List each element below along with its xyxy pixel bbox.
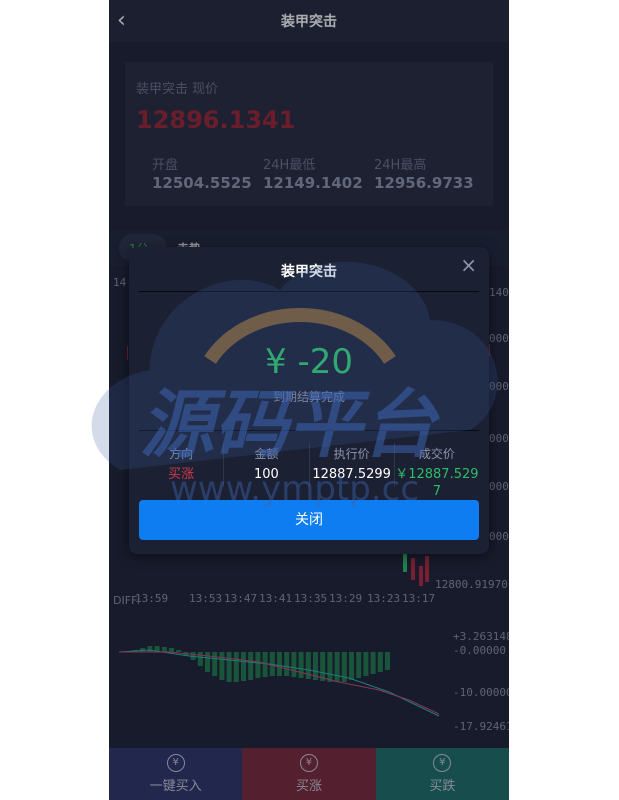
amount-header: 金额: [254, 447, 279, 461]
settlement-amount: ¥ -20: [265, 342, 353, 382]
strike-col: 执行价 12887.5299: [310, 443, 395, 487]
divider: [139, 430, 479, 431]
direction-value: 买涨: [168, 467, 195, 482]
close-icon[interactable]: ×: [460, 253, 477, 277]
order-details: 方向 买涨 金额 100 执行价 12887.5299 成交价 ￥12887.5…: [139, 443, 479, 499]
direction-col: 方向 买涨: [139, 443, 225, 487]
amount-col: 金额 100: [224, 443, 310, 487]
amount-value: 100: [253, 467, 279, 482]
settlement-status: 到期结算完成: [272, 390, 345, 404]
direction-header: 方向: [169, 447, 194, 461]
deal-col: 成交价 ￥12887.5297: [395, 443, 479, 499]
close-button[interactable]: 关闭: [139, 500, 479, 540]
modal-title: 装甲突击: [281, 264, 337, 280]
strike-value: 12887.5299: [312, 467, 391, 482]
app-screen: ‹ 装甲突击 装甲突击 现价 12896.1341 开盘 12504.5525 …: [109, 0, 509, 800]
strike-header: 执行价: [333, 447, 370, 461]
deal-value: ￥12887.5297: [395, 467, 479, 499]
deal-header: 成交价: [418, 447, 455, 461]
settlement-modal: 装甲突击 × ¥ -20 到期结算完成 方向 买涨 金额 100 执行价 128…: [129, 247, 489, 554]
divider: [139, 291, 479, 292]
